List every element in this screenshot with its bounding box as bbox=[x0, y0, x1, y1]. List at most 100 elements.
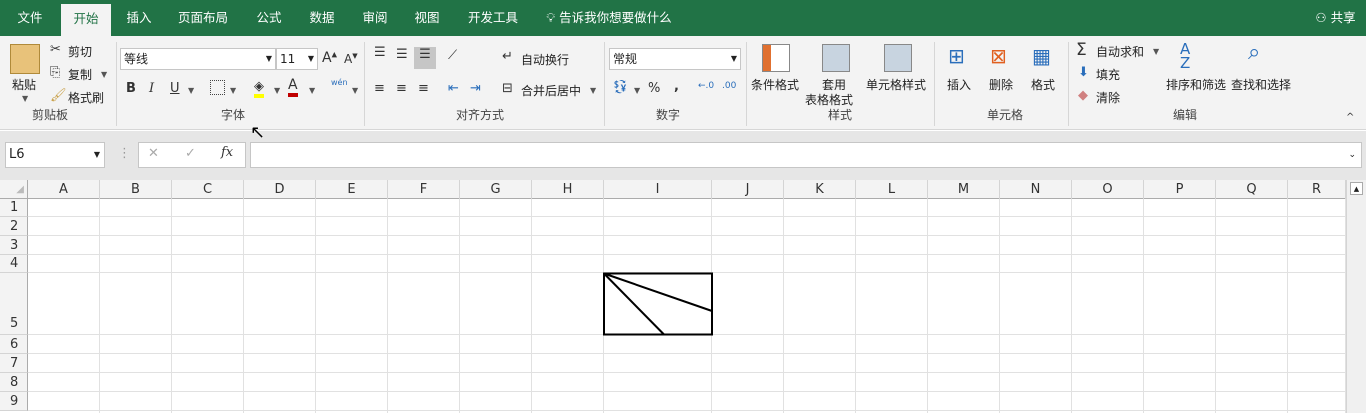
collapse-ribbon-icon[interactable]: ^ bbox=[1346, 112, 1354, 123]
column-header-a[interactable]: A bbox=[28, 180, 100, 199]
cut-button[interactable]: 剪切 bbox=[68, 43, 92, 60]
merge-dropdown[interactable]: ▼ bbox=[590, 86, 596, 95]
name-box[interactable]: L6 ▼ bbox=[5, 142, 105, 168]
column-header-k[interactable]: K bbox=[784, 180, 856, 199]
currency-icon[interactable]: 💱︎ bbox=[612, 80, 629, 95]
share-button[interactable]: ⚇ 共享 bbox=[1308, 0, 1363, 36]
vertical-scrollbar[interactable]: ▲ bbox=[1346, 180, 1366, 413]
tab-home[interactable]: 开始 bbox=[61, 4, 111, 36]
border-icon[interactable] bbox=[210, 80, 225, 95]
column-header-c[interactable]: C bbox=[172, 180, 244, 199]
column-header-h[interactable]: H bbox=[532, 180, 604, 199]
conditional-format-button[interactable]: 条件格式 bbox=[751, 76, 799, 93]
row-header-8[interactable]: 8 bbox=[0, 373, 28, 392]
tab-developer[interactable]: 开发工具 bbox=[460, 0, 526, 36]
delete-cells-button[interactable]: 删除 bbox=[989, 76, 1013, 93]
format-painter-button[interactable]: 格式刷 bbox=[68, 89, 104, 106]
column-header-q[interactable]: Q bbox=[1216, 180, 1288, 199]
align-center-icon[interactable]: ≡ bbox=[396, 81, 407, 96]
paste-icon[interactable] bbox=[10, 44, 40, 74]
decrease-indent-icon[interactable]: ⇤ bbox=[448, 81, 459, 96]
underline-dropdown[interactable]: ▼ bbox=[188, 86, 194, 95]
merge-center-button[interactable]: 合并后居中 bbox=[521, 82, 581, 99]
align-bottom-icon[interactable]: ☰ bbox=[414, 47, 436, 69]
currency-dropdown[interactable]: ▼ bbox=[634, 86, 640, 95]
column-header-b[interactable]: B bbox=[100, 180, 172, 199]
paste-button[interactable]: 粘贴 bbox=[12, 76, 36, 93]
orientation-icon[interactable]: ⟋ bbox=[448, 48, 457, 63]
column-header-i[interactable]: I bbox=[604, 180, 712, 199]
row-header-3[interactable]: 3 bbox=[0, 236, 28, 255]
tab-file[interactable]: 文件 bbox=[4, 0, 56, 36]
decrease-decimal-icon[interactable]: .00 bbox=[722, 81, 736, 91]
increase-indent-icon[interactable]: ⇥ bbox=[470, 81, 481, 96]
column-header-f[interactable]: F bbox=[388, 180, 460, 199]
align-right-icon[interactable]: ≡ bbox=[418, 81, 429, 96]
copy-dropdown[interactable]: ▼ bbox=[101, 70, 107, 79]
find-select-button[interactable]: 查找和选择 bbox=[1231, 76, 1291, 93]
increase-decimal-icon[interactable]: ←.0 bbox=[698, 81, 714, 91]
row-header-6[interactable]: 6 bbox=[0, 335, 28, 354]
fill-color-dropdown[interactable]: ▼ bbox=[274, 86, 280, 95]
tab-data[interactable]: 数据 bbox=[297, 0, 347, 36]
percent-button[interactable]: % bbox=[648, 81, 660, 96]
column-header-r[interactable]: R bbox=[1288, 180, 1346, 199]
paste-dropdown[interactable]: ▼ bbox=[22, 94, 28, 103]
font-size-select[interactable]: 11 ▼ bbox=[276, 48, 318, 70]
phonetic-guide-icon[interactable]: wén bbox=[331, 78, 348, 87]
scroll-up-icon[interactable]: ▲ bbox=[1350, 182, 1363, 195]
row-header-1[interactable]: 1 bbox=[0, 199, 28, 217]
underline-button[interactable]: U bbox=[170, 81, 180, 96]
format-cells-button[interactable]: 格式 bbox=[1031, 76, 1055, 93]
column-header-l[interactable]: L bbox=[856, 180, 928, 199]
comma-button[interactable]: , bbox=[674, 79, 679, 94]
wrap-text-button[interactable]: 自动换行 bbox=[521, 51, 569, 68]
number-format-select[interactable]: 常规 ▼ bbox=[609, 48, 741, 70]
column-header-m[interactable]: M bbox=[928, 180, 1000, 199]
select-all-button[interactable]: ◢ bbox=[0, 180, 28, 199]
autosum-button[interactable]: 自动求和 bbox=[1096, 43, 1144, 60]
italic-button[interactable]: I bbox=[149, 81, 154, 96]
tell-me-search[interactable]: 💡︎ 告诉我你想要做什么 bbox=[544, 0, 674, 36]
column-header-d[interactable]: D bbox=[244, 180, 316, 199]
column-header-e[interactable]: E bbox=[316, 180, 388, 199]
tab-review[interactable]: 审阅 bbox=[350, 0, 400, 36]
column-header-j[interactable]: J bbox=[712, 180, 784, 199]
insert-cells-button[interactable]: 插入 bbox=[947, 76, 971, 93]
grow-font-icon[interactable]: A▲ bbox=[322, 50, 337, 66]
cell-styles-button[interactable]: 单元格样式 bbox=[866, 76, 926, 93]
tab-formulas[interactable]: 公式 bbox=[244, 0, 294, 36]
tab-view[interactable]: 视图 bbox=[402, 0, 452, 36]
row-header-5[interactable]: 5 bbox=[0, 273, 28, 335]
column-header-o[interactable]: O bbox=[1072, 180, 1144, 199]
column-header-n[interactable]: N bbox=[1000, 180, 1072, 199]
column-header-g[interactable]: G bbox=[460, 180, 532, 199]
formula-input[interactable]: ⌄ bbox=[250, 142, 1362, 168]
copy-button[interactable]: 复制 bbox=[68, 66, 92, 83]
font-name-select[interactable]: 等线 ▼ bbox=[120, 48, 276, 70]
font-color-dropdown[interactable]: ▼ bbox=[309, 86, 315, 95]
autosum-dropdown[interactable]: ▼ bbox=[1153, 47, 1159, 56]
insert-function-button[interactable]: fx bbox=[221, 145, 233, 160]
bold-button[interactable]: B bbox=[126, 81, 136, 96]
align-left-icon[interactable]: ≡ bbox=[374, 81, 385, 96]
tab-insert[interactable]: 插入 bbox=[114, 0, 164, 36]
cancel-icon[interactable]: ✕ bbox=[148, 146, 159, 161]
border-dropdown[interactable]: ▼ bbox=[230, 86, 236, 95]
sort-filter-button[interactable]: 排序和筛选 bbox=[1166, 76, 1226, 93]
column-header-p[interactable]: P bbox=[1144, 180, 1216, 199]
enter-icon[interactable]: ✓ bbox=[185, 146, 196, 161]
row-header-2[interactable]: 2 bbox=[0, 217, 28, 236]
row-header-9[interactable]: 9 bbox=[0, 392, 28, 411]
shrink-font-icon[interactable]: A▼ bbox=[344, 52, 358, 66]
tab-page-layout[interactable]: 页面布局 bbox=[170, 0, 236, 36]
phonetic-dropdown[interactable]: ▼ bbox=[352, 86, 358, 95]
row-header-4[interactable]: 4 bbox=[0, 255, 28, 273]
fill-button[interactable]: 填充 bbox=[1096, 66, 1120, 83]
align-top-icon[interactable]: ☰ bbox=[374, 45, 386, 60]
align-middle-icon[interactable]: ☰ bbox=[396, 47, 408, 62]
fill-color-icon[interactable]: ◈ bbox=[254, 79, 264, 98]
clear-button[interactable]: 清除 bbox=[1096, 89, 1120, 106]
row-header-7[interactable]: 7 bbox=[0, 354, 28, 373]
font-color-icon[interactable]: A bbox=[288, 78, 298, 97]
